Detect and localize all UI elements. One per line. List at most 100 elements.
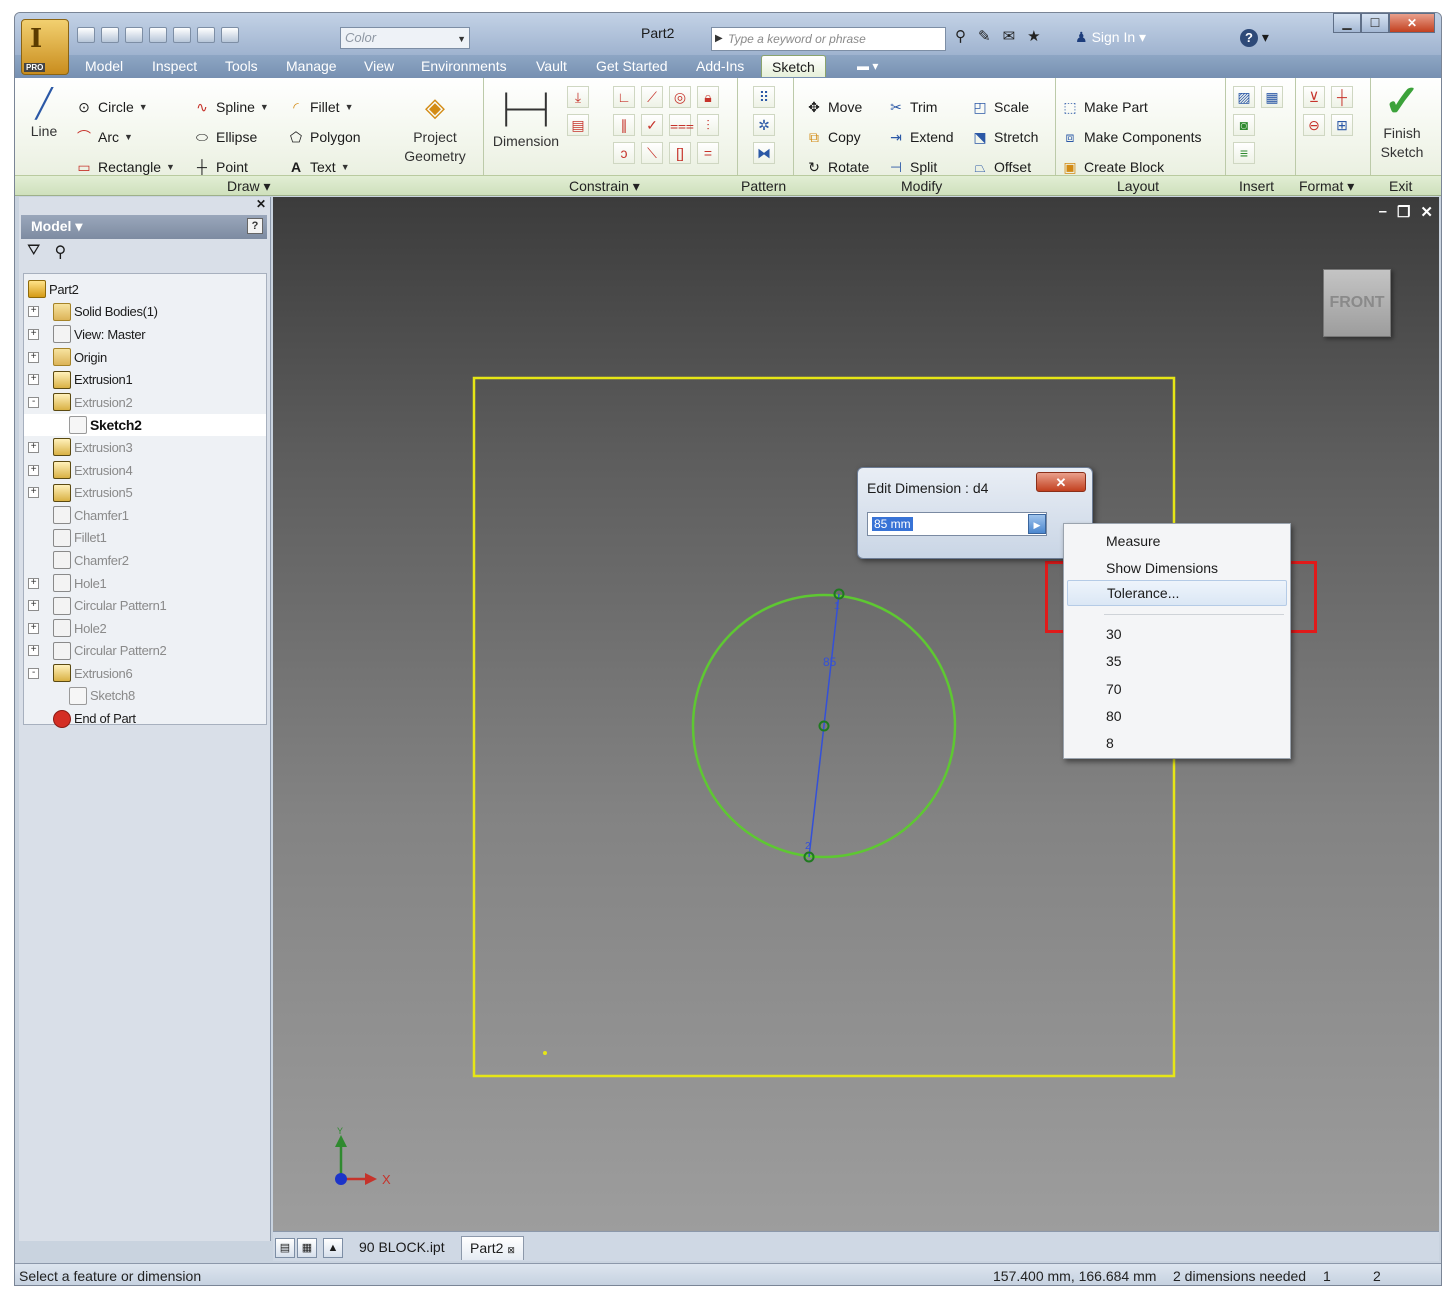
smooth-icon[interactable]: ↄ xyxy=(613,142,635,164)
circular-pattern-icon[interactable]: ✲ xyxy=(753,114,775,136)
panel-draw[interactable]: Draw ▾ xyxy=(227,178,271,195)
tree-node[interactable]: + Origin xyxy=(24,346,266,369)
flyout-arrow-icon[interactable]: ▶ xyxy=(1028,514,1046,534)
tree-node[interactable]: Sketch8 xyxy=(24,685,266,708)
constraint-settings-icon[interactable]: ▤ xyxy=(567,114,589,136)
tab-get-started[interactable]: Get Started xyxy=(596,58,668,74)
move-button[interactable]: ✥ Move xyxy=(805,98,862,116)
expand-toggle-icon[interactable]: + xyxy=(28,600,39,612)
extend-button[interactable]: ⇥ Extend xyxy=(887,128,953,146)
tree-node[interactable]: + Hole1 xyxy=(24,572,266,595)
menu-item-recent-value[interactable]: 35 xyxy=(1106,653,1122,669)
dimension-value-label[interactable]: 85 xyxy=(823,655,837,669)
mirror-icon[interactable]: ⧓ xyxy=(753,142,775,164)
symmetric-icon[interactable]: [] xyxy=(669,142,691,164)
text-button[interactable]: A Text ▼ xyxy=(287,158,350,176)
tangent-icon[interactable]: ⟋ xyxy=(641,86,663,108)
tab-menu-arrow-icon[interactable]: ▲ xyxy=(323,1238,343,1258)
copy-button[interactable]: ⧉ Copy xyxy=(805,128,861,146)
menu-item-measure[interactable]: Measure xyxy=(1106,533,1160,549)
equal-icon[interactable]: = xyxy=(697,142,719,164)
driven-dimension-icon[interactable]: ⊞ xyxy=(1331,114,1353,136)
insert-acad-icon[interactable]: ◙ xyxy=(1233,114,1255,136)
menu-item-recent-value[interactable]: 30 xyxy=(1106,626,1122,642)
dimension-button[interactable]: ├─┤ Dimension xyxy=(489,86,563,151)
rotate-button[interactable]: ↻ Rotate xyxy=(805,158,869,176)
line-button[interactable]: ╱ Line xyxy=(29,86,59,141)
browser-close-icon[interactable]: ✕ xyxy=(256,197,266,211)
doc-tab-90-block[interactable]: 90 BLOCK.ipt xyxy=(351,1236,453,1260)
stretch-button[interactable]: ⬔ Stretch xyxy=(971,128,1038,146)
panel-constrain[interactable]: Constrain ▾ xyxy=(569,178,640,195)
tab-vault[interactable]: Vault xyxy=(536,58,567,74)
ellipse-button[interactable]: ⬭ Ellipse xyxy=(193,128,257,146)
dialog-close-button[interactable]: ✕ xyxy=(1036,472,1086,492)
dimension-line[interactable] xyxy=(808,593,840,858)
tree-node[interactable]: End of Part xyxy=(24,707,266,730)
insert-object-icon[interactable]: ≡ xyxy=(1233,142,1255,164)
help-button[interactable]: ? ▾ xyxy=(1240,29,1269,47)
tab-environments[interactable]: Environments xyxy=(421,58,507,74)
doc-tab-part2[interactable]: Part2 ⊠ xyxy=(461,1236,524,1260)
tree-node[interactable]: Sketch2 xyxy=(24,413,266,437)
make-part-button[interactable]: ⬚ Make Part xyxy=(1061,98,1147,116)
tree-node[interactable]: + Extrusion1 xyxy=(24,368,266,391)
close-button[interactable]: ✕ xyxy=(1389,13,1435,33)
finish-sketch-button[interactable]: ✓ Finish Sketch xyxy=(1377,80,1427,162)
expand-toggle-icon[interactable]: + xyxy=(28,306,39,318)
polygon-button[interactable]: ⬠ Polygon xyxy=(287,128,361,146)
make-components-button[interactable]: ⧈ Make Components xyxy=(1061,128,1202,146)
tab-manage[interactable]: Manage xyxy=(286,58,337,74)
tab-tools[interactable]: Tools xyxy=(225,58,258,74)
trim-button[interactable]: ✂ Trim xyxy=(887,98,937,116)
tab-view[interactable]: View xyxy=(364,58,394,74)
binoculars-icon[interactable]: ⚲ xyxy=(955,27,966,45)
graphics-window[interactable]: – ❐ ✕ FRONT 85 1 2 Edit Dimension : d4 ✕… xyxy=(273,197,1439,1231)
vertical-icon[interactable]: ⫶ xyxy=(697,114,719,136)
expand-toggle-icon[interactable]: + xyxy=(28,622,39,634)
fillet-button[interactable]: ◜ Fillet ▼ xyxy=(287,98,353,116)
color-dropdown[interactable]: Color ▼ xyxy=(340,27,470,49)
update-icon[interactable] xyxy=(221,27,239,43)
tab-add-ins[interactable]: Add-Ins xyxy=(696,58,744,74)
panel-format[interactable]: Format ▾ xyxy=(1299,178,1354,195)
expand-toggle-icon[interactable]: + xyxy=(28,645,39,657)
subscription-icon[interactable]: ✎ xyxy=(978,27,991,45)
tree-node[interactable]: + Hole2 xyxy=(24,617,266,640)
tree-node[interactable]: + Extrusion5 xyxy=(24,481,266,504)
split-button[interactable]: ⊣ Split xyxy=(887,158,937,176)
tile-icon[interactable]: ▤ xyxy=(275,1238,295,1258)
arc-button[interactable]: ⌒ Arc ▼ xyxy=(75,128,133,146)
fix-icon[interactable]: 🔒︎ xyxy=(697,86,719,108)
panel-options-icon[interactable]: ▬ ▾ xyxy=(857,59,878,73)
import-points-icon[interactable]: ▦ xyxy=(1261,86,1283,108)
menu-item-recent-value[interactable]: 70 xyxy=(1106,681,1122,697)
parallel-icon[interactable]: ∥ xyxy=(613,114,635,136)
scale-button[interactable]: ◰ Scale xyxy=(971,98,1029,116)
expand-toggle-icon[interactable]: + xyxy=(28,441,39,453)
insert-image-icon[interactable]: ▨ xyxy=(1233,86,1255,108)
sketch-point[interactable] xyxy=(543,1051,547,1055)
expand-toggle-icon[interactable]: + xyxy=(28,487,39,499)
concentric-icon[interactable]: ◎ xyxy=(669,86,691,108)
undo-icon[interactable] xyxy=(149,27,167,43)
new-icon[interactable] xyxy=(77,27,95,43)
minimize-button[interactable]: ▁ xyxy=(1333,13,1361,33)
tree-node[interactable]: + View: Master xyxy=(24,323,266,346)
expand-toggle-icon[interactable]: + xyxy=(28,577,39,589)
sign-in-button[interactable]: ♟ Sign In ▾ xyxy=(1075,29,1146,46)
perpendicular-icon[interactable]: ∟ xyxy=(613,86,635,108)
centerline-icon[interactable]: ┼ xyxy=(1331,86,1353,108)
tree-node[interactable]: + Circular Pattern1 xyxy=(24,594,266,617)
find-binoculars-icon[interactable]: ⚲ xyxy=(54,242,66,262)
save-icon[interactable] xyxy=(125,27,143,43)
browser-header[interactable]: Model ▾? xyxy=(21,215,267,239)
construction-icon[interactable]: ⊻ xyxy=(1303,86,1325,108)
tree-node[interactable]: Part2 xyxy=(24,278,266,301)
tree-node[interactable]: + Extrusion3 xyxy=(24,436,266,459)
menu-item-recent-value[interactable]: 8 xyxy=(1106,735,1114,751)
tree-node[interactable]: + Circular Pattern2 xyxy=(24,640,266,663)
browser-help-icon[interactable]: ? xyxy=(247,218,263,234)
collinear-icon[interactable]: ⩶ xyxy=(669,114,694,136)
offset-button[interactable]: ⏢ Offset xyxy=(971,158,1031,176)
